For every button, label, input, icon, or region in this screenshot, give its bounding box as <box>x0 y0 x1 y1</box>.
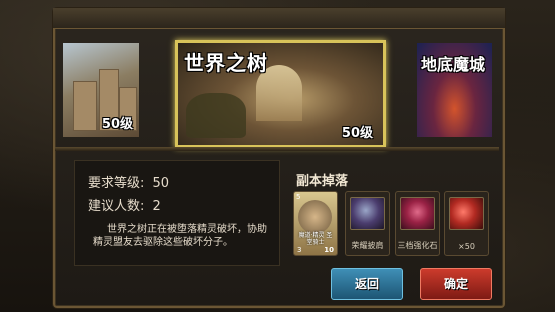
card-cost: 3 <box>297 246 302 254</box>
drop-label: 三档强化石 <box>397 241 438 250</box>
dungeon-level: 50级 <box>341 126 373 141</box>
drop-item-gems[interactable]: ×50 <box>444 191 489 256</box>
drop-label: 荣耀披肩 <box>351 241 384 250</box>
hero-portrait-icon <box>298 200 332 234</box>
drops-title: 副本掉落 <box>296 174 349 189</box>
panel-header-bar <box>53 8 505 29</box>
dungeon-info-box: 要求等级: 50 建议人数: 2 世界之树正在被堕落精灵破坏，协助精灵盟友去驱除… <box>74 160 280 266</box>
divider <box>55 147 499 151</box>
drop-item-stone[interactable]: 三档强化石 <box>395 191 440 256</box>
dungeon-description: 世界之树正在被堕落精灵破坏，协助精灵盟友去驱除这些破坏分子。 <box>93 224 267 248</box>
red-gem-icon <box>449 197 484 230</box>
drop-count: ×50 <box>458 242 475 251</box>
building-shape <box>73 81 97 131</box>
suggested-players-label: 建议人数: <box>88 199 145 214</box>
shoulder-armor-icon <box>350 197 385 230</box>
back-button[interactable]: 返回 <box>331 268 403 300</box>
required-level-label: 要求等级: <box>88 176 145 191</box>
dungeon-name: 世界之树 <box>184 51 268 75</box>
card-power: 10 <box>324 246 334 254</box>
suggested-players-value: 2 <box>152 199 161 214</box>
drop-card-item[interactable]: 5 魔道·精灵 圣堂骑士 3 10 <box>293 191 338 256</box>
dungeon-card-selected[interactable]: 世界之树 50级 <box>175 40 386 148</box>
card-stars: 5 <box>296 193 301 201</box>
tree-shape <box>186 93 246 138</box>
card-name: 魔道·精灵 圣堂骑士 <box>298 232 333 246</box>
dungeon-card-left[interactable]: 50级 <box>63 43 139 137</box>
dungeon-name: 地底魔城 <box>421 55 486 74</box>
required-level-value: 50 <box>152 176 170 191</box>
confirm-button[interactable]: 确定 <box>420 268 492 300</box>
dungeon-level: 50级 <box>101 117 133 132</box>
suggested-players-row: 建议人数: 2 <box>88 195 161 214</box>
dungeon-card-right[interactable]: 地底魔城 <box>417 43 492 137</box>
drop-item-shoulder[interactable]: 荣耀披肩 <box>345 191 390 256</box>
required-level-row: 要求等级: 50 <box>88 172 169 191</box>
enhancement-stone-icon <box>400 197 435 230</box>
